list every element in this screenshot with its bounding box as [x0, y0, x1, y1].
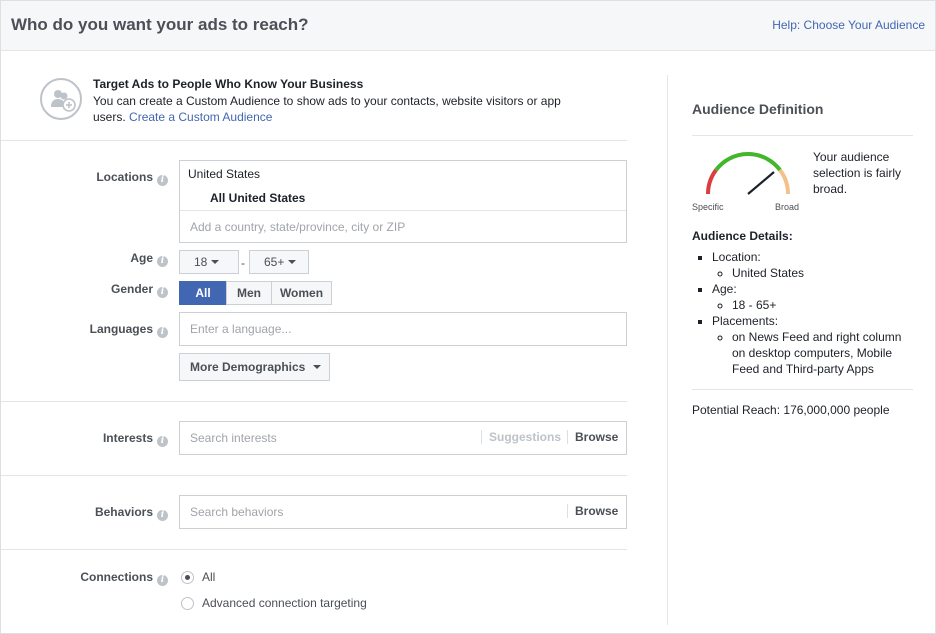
info-icon[interactable]: i — [157, 510, 168, 521]
gender-all-button[interactable]: All — [179, 281, 227, 305]
connections-label: Connections i — [80, 570, 168, 586]
detail-item: Location: United States — [712, 249, 917, 281]
separator — [481, 430, 482, 444]
divider — [1, 140, 627, 141]
info-icon[interactable]: i — [157, 287, 168, 298]
gauge-label-broad: Broad — [775, 202, 800, 212]
panel-divider — [667, 75, 668, 625]
detail-value: United States — [732, 265, 917, 281]
gender-selector: All Men Women — [179, 281, 332, 305]
chevron-down-icon — [288, 260, 297, 264]
separator — [567, 504, 568, 518]
more-demographics-button[interactable]: More Demographics — [179, 353, 330, 381]
behaviors-search-input[interactable] — [179, 495, 627, 529]
location-search-input[interactable] — [180, 210, 626, 242]
gender-women-button[interactable]: Women — [271, 281, 332, 305]
divider — [692, 135, 913, 136]
custom-audience-text: You can create a Custom Audience to show… — [93, 93, 583, 125]
custom-audience-icon — [40, 78, 82, 120]
audience-gauge-icon — [706, 152, 790, 195]
info-icon[interactable]: i — [157, 436, 168, 447]
detail-item: Age: 18 - 65+ — [712, 281, 917, 313]
chevron-down-icon — [211, 260, 220, 264]
gender-label: Gender i — [111, 282, 168, 298]
divider — [1, 475, 627, 476]
locations-box: United States All United States — [179, 160, 627, 243]
interests-field: Suggestions Browse — [179, 421, 627, 455]
audience-details-title: Audience Details: — [692, 229, 793, 243]
audience-details-list: Location: United States Age: 18 - 65+ Pl… — [692, 249, 917, 377]
create-custom-audience-link[interactable]: Create a Custom Audience — [129, 110, 272, 124]
behaviors-field: Browse — [179, 495, 627, 529]
locations-label: Locations i — [96, 170, 168, 186]
language-input[interactable] — [179, 312, 627, 346]
interests-browse-button[interactable]: Browse — [575, 430, 618, 444]
age-min-dropdown[interactable]: 18 — [179, 250, 239, 274]
potential-reach: Potential Reach: 176,000,000 people — [692, 403, 890, 417]
divider — [1, 549, 627, 550]
chevron-down-icon — [313, 365, 322, 369]
location-scope[interactable]: All United States — [210, 191, 305, 205]
connections-all-radio[interactable] — [181, 571, 194, 584]
behaviors-browse-button[interactable]: Browse — [575, 504, 618, 518]
custom-audience-title: Target Ads to People Who Know Your Busin… — [93, 77, 364, 91]
age-max-dropdown[interactable]: 65+ — [249, 250, 309, 274]
interests-label: Interests i — [103, 431, 168, 447]
help-link[interactable]: Help: Choose Your Audience — [772, 18, 925, 32]
detail-value: 18 - 65+ — [732, 297, 917, 313]
info-icon[interactable]: i — [157, 175, 168, 186]
gender-men-button[interactable]: Men — [226, 281, 272, 305]
page-header: Who do you want your ads to reach? Help:… — [1, 1, 935, 51]
divider — [692, 389, 913, 390]
audience-summary: Your audience selection is fairly broad. — [813, 150, 902, 196]
connections-advanced-radio[interactable] — [181, 597, 194, 610]
detail-item: Placements: on News Feed and right colum… — [712, 313, 917, 377]
age-separator: - — [241, 256, 245, 270]
separator — [567, 430, 568, 444]
info-icon[interactable]: i — [157, 575, 168, 586]
audience-definition-title: Audience Definition — [692, 101, 824, 117]
connections-all-label: All — [202, 570, 216, 584]
age-label: Age i — [130, 251, 168, 267]
info-icon[interactable]: i — [157, 327, 168, 338]
page-title: Who do you want your ads to reach? — [11, 15, 309, 34]
suggestions-button[interactable]: Suggestions — [489, 430, 561, 444]
detail-value: on News Feed and right column on desktop… — [732, 329, 917, 377]
gauge-label-specific: Specific — [692, 202, 724, 212]
connections-advanced-label: Advanced connection targeting — [202, 596, 367, 610]
location-country: United States — [188, 167, 261, 181]
behaviors-label: Behaviors i — [95, 505, 168, 521]
info-icon[interactable]: i — [157, 256, 168, 267]
divider — [1, 401, 627, 402]
languages-label: Languages i — [90, 322, 168, 338]
